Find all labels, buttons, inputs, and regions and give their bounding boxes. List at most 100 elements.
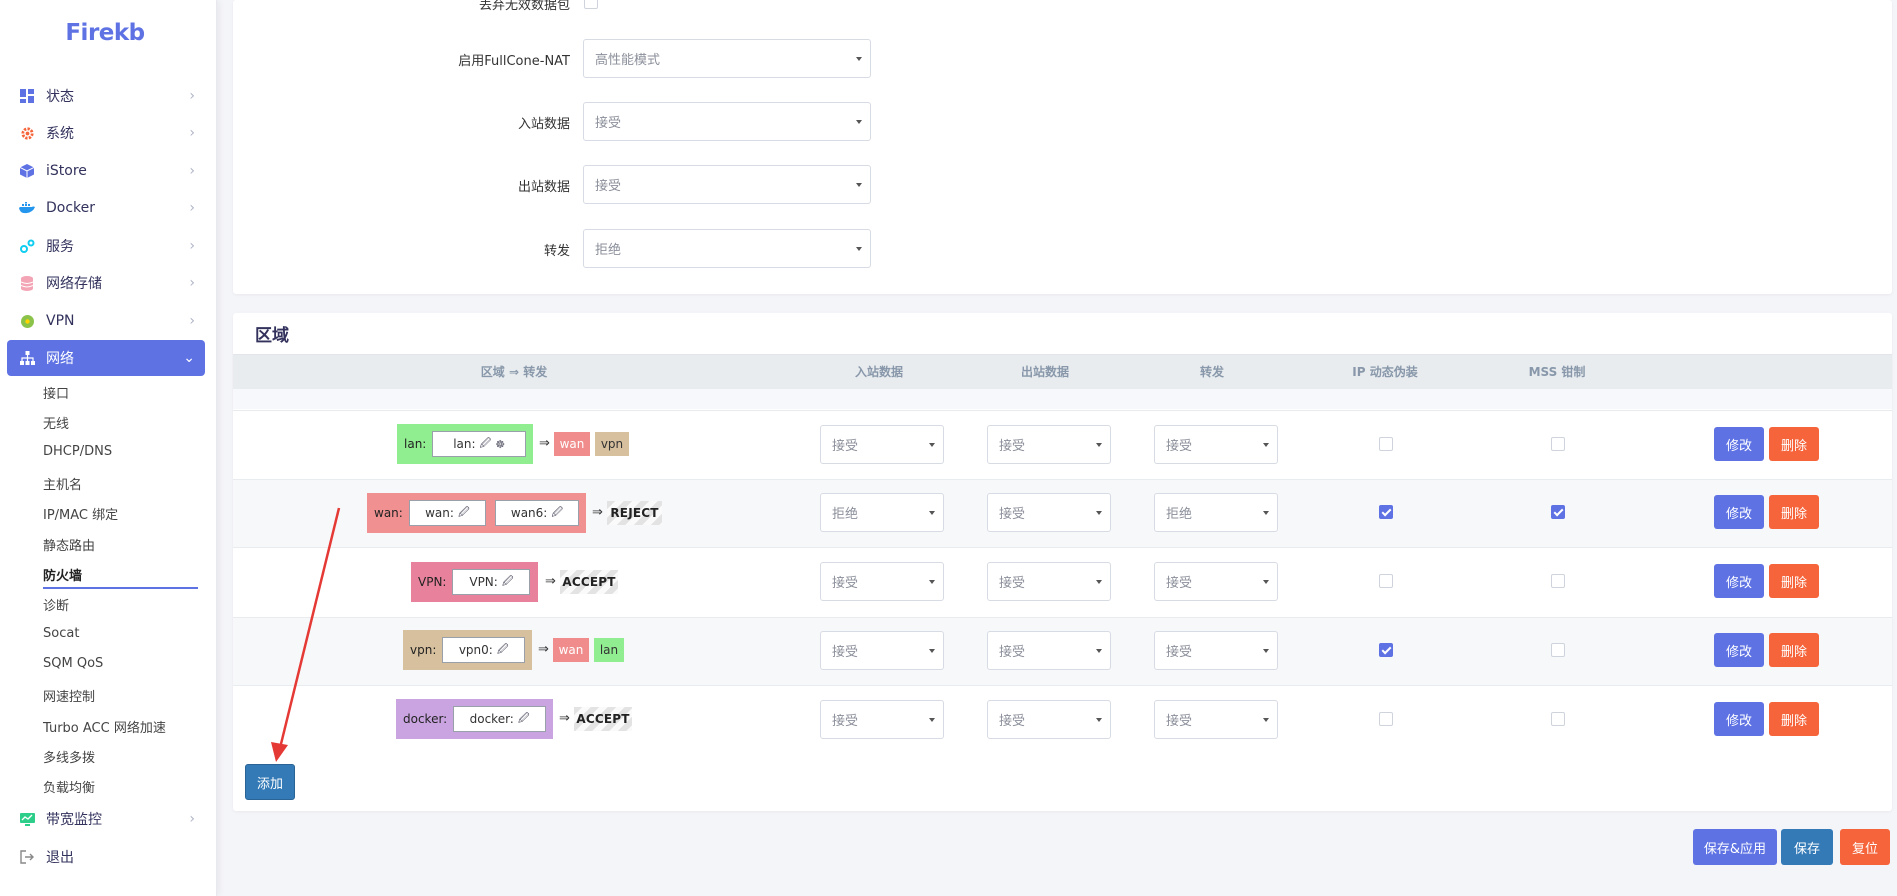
sidebar-item-network[interactable]: 网络 ⌄ bbox=[7, 340, 205, 376]
sidebar-sub-wireless[interactable]: 无线 bbox=[43, 413, 69, 432]
delete-zone-button[interactable]: 删除 bbox=[1769, 702, 1819, 736]
sidebar-item-docker[interactable]: Docker › bbox=[7, 190, 205, 226]
zone-output-select[interactable]: 接受 bbox=[987, 493, 1111, 532]
forward-select[interactable]: 拒绝 bbox=[583, 229, 871, 268]
mss-clamping-checkbox[interactable] bbox=[1551, 643, 1565, 657]
caret-down-icon bbox=[856, 119, 862, 124]
zone-badge-vpn-upper[interactable]: VPN: VPN: 🖉 bbox=[411, 562, 538, 602]
sidebar-item-status[interactable]: 状态 › bbox=[7, 78, 205, 114]
edit-zone-button[interactable]: 修改 bbox=[1714, 495, 1764, 529]
sidebar-item-logout[interactable]: 退出 bbox=[7, 839, 205, 875]
sidebar-sub-firewall[interactable]: 防火墙 bbox=[43, 565, 82, 584]
zone-forward-select[interactable]: 接受 bbox=[1154, 425, 1278, 464]
sidebar-item-system[interactable]: 系统 › bbox=[7, 115, 205, 151]
sidebar-sub-turbo-acc[interactable]: Turbo ACC 网络加速 bbox=[43, 717, 166, 736]
mss-clamping-checkbox[interactable] bbox=[1551, 574, 1565, 588]
sidebar-sub-dhcp-dns[interactable]: DHCP/DNS bbox=[43, 444, 112, 459]
add-zone-button[interactable]: 添加 bbox=[245, 764, 295, 800]
chevron-right-icon: › bbox=[189, 125, 195, 141]
cube-icon bbox=[18, 162, 36, 180]
output-select[interactable]: 接受 bbox=[583, 165, 871, 204]
input-select[interactable]: 接受 bbox=[583, 102, 871, 141]
gear-icon bbox=[18, 124, 36, 142]
sidebar-sub-static-routes[interactable]: 静态路由 bbox=[43, 535, 95, 554]
edit-zone-button[interactable]: 修改 bbox=[1714, 702, 1764, 736]
row-divider bbox=[233, 547, 1892, 548]
zone-badge-wan[interactable]: wan: wan: 🖉 wan6: 🖉 bbox=[367, 493, 586, 533]
zone-output-select[interactable]: 接受 bbox=[987, 700, 1111, 739]
sidebar-item-label: 状态 bbox=[46, 89, 74, 105]
sidebar-sub-load-balance[interactable]: 负载均衡 bbox=[43, 777, 95, 796]
zone-forward-select[interactable]: 接受 bbox=[1154, 562, 1278, 601]
zone-badge-docker[interactable]: docker: docker: 🖉 bbox=[396, 699, 553, 739]
drop-invalid-label: 丢弃无效数据包 bbox=[478, 0, 570, 13]
forward-arrow: ⇒ bbox=[545, 574, 556, 589]
sidebar-sub-diagnostics[interactable]: 诊断 bbox=[43, 595, 69, 614]
delete-zone-button[interactable]: 删除 bbox=[1769, 495, 1819, 529]
chevron-down-icon: ⌄ bbox=[183, 350, 195, 366]
zone-output-select[interactable]: 接受 bbox=[987, 562, 1111, 601]
sidebar-sub-interfaces[interactable]: 接口 bbox=[43, 383, 69, 402]
zone-badge-vpn-lower[interactable]: vpn: vpn0: 🖉 bbox=[403, 630, 532, 670]
zone-interface-box: wan: 🖉 bbox=[408, 500, 486, 526]
ethernet-icon: 🖉 bbox=[501, 574, 514, 588]
sidebar-sub-speed-control[interactable]: 网速控制 bbox=[43, 686, 95, 705]
delete-zone-button[interactable]: 删除 bbox=[1769, 427, 1819, 461]
zone-forward-select[interactable]: 接受 bbox=[1154, 700, 1278, 739]
drop-invalid-checkbox[interactable] bbox=[584, 0, 598, 9]
caret-down-icon bbox=[929, 442, 935, 447]
active-indicator bbox=[43, 587, 198, 589]
mss-clamping-checkbox[interactable] bbox=[1551, 712, 1565, 726]
zone-forward-select[interactable]: 拒绝 bbox=[1154, 493, 1278, 532]
masquerade-checkbox[interactable] bbox=[1379, 574, 1393, 588]
sidebar-item-bandwidth[interactable]: 带宽监控 › bbox=[7, 801, 205, 837]
fullcone-select[interactable]: 高性能模式 bbox=[583, 39, 871, 78]
chevron-right-icon: › bbox=[189, 88, 195, 104]
sidebar-sub-ip-mac-binding[interactable]: IP/MAC 绑定 bbox=[43, 504, 118, 523]
table-spacer-row bbox=[233, 389, 1892, 409]
mss-clamping-checkbox[interactable] bbox=[1551, 505, 1565, 519]
masquerade-checkbox[interactable] bbox=[1379, 437, 1393, 451]
zone-input-select[interactable]: 接受 bbox=[820, 700, 944, 739]
docker-icon bbox=[18, 199, 36, 217]
sidebar-item-services[interactable]: 服务 › bbox=[7, 228, 205, 264]
masquerade-checkbox[interactable] bbox=[1379, 712, 1393, 726]
sidebar-item-vpn[interactable]: VPN › bbox=[7, 303, 205, 339]
zone-output-select[interactable]: 接受 bbox=[987, 631, 1111, 670]
edit-zone-button[interactable]: 修改 bbox=[1714, 633, 1764, 667]
save-apply-button[interactable]: 保存&应用 bbox=[1693, 829, 1777, 865]
zone-input-select[interactable]: 接受 bbox=[820, 425, 944, 464]
sidebar-sub-sqm-qos[interactable]: SQM QoS bbox=[43, 656, 103, 671]
sidebar-item-storage[interactable]: 网络存储 › bbox=[7, 265, 205, 301]
zone-badge-lan[interactable]: lan: lan: 🖉 ☸ bbox=[397, 424, 533, 464]
sidebar-sub-hostnames[interactable]: 主机名 bbox=[43, 474, 82, 493]
mss-clamping-checkbox[interactable] bbox=[1551, 437, 1565, 451]
save-button[interactable]: 保存 bbox=[1781, 829, 1833, 865]
sidebar-item-label: VPN bbox=[46, 313, 75, 329]
sidebar-sub-socat[interactable]: Socat bbox=[43, 626, 79, 641]
sidebar-item-istore[interactable]: iStore › bbox=[7, 153, 205, 189]
sidebar-sub-multiwan-dial[interactable]: 多线多拨 bbox=[43, 747, 95, 766]
zone-input-select[interactable]: 接受 bbox=[820, 562, 944, 601]
row-divider bbox=[233, 685, 1892, 686]
zone-input-select[interactable]: 拒绝 bbox=[820, 493, 944, 532]
forward-target-accept: ACCEPT bbox=[574, 707, 632, 731]
forward-arrow: ⇒ bbox=[539, 436, 550, 451]
sidebar-item-label: 网络存储 bbox=[46, 276, 102, 292]
zone-output-select[interactable]: 接受 bbox=[987, 425, 1111, 464]
general-settings-panel bbox=[233, 0, 1892, 294]
masquerade-checkbox[interactable] bbox=[1379, 643, 1393, 657]
reset-button[interactable]: 复位 bbox=[1840, 829, 1890, 865]
delete-zone-button[interactable]: 删除 bbox=[1769, 564, 1819, 598]
caret-down-icon bbox=[856, 56, 862, 61]
zone-forward-select[interactable]: 接受 bbox=[1154, 631, 1278, 670]
forward-target-wan: wan bbox=[554, 432, 590, 456]
sidebar-item-label: 带宽监控 bbox=[46, 812, 102, 828]
sidebar-item-label: 退出 bbox=[46, 850, 74, 866]
caret-down-icon bbox=[929, 648, 935, 653]
masquerade-checkbox[interactable] bbox=[1379, 505, 1393, 519]
delete-zone-button[interactable]: 删除 bbox=[1769, 633, 1819, 667]
edit-zone-button[interactable]: 修改 bbox=[1714, 564, 1764, 598]
zone-input-select[interactable]: 接受 bbox=[820, 631, 944, 670]
edit-zone-button[interactable]: 修改 bbox=[1714, 427, 1764, 461]
